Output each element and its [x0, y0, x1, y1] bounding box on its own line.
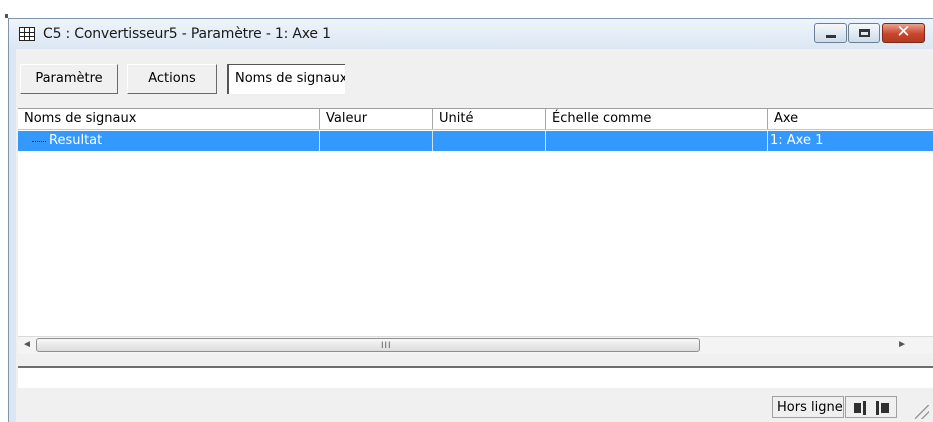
scroll-left-icon[interactable]: ◄: [22, 339, 32, 350]
connection-status: Hors ligne: [772, 396, 844, 418]
column-header-unite[interactable]: Unité: [433, 109, 546, 129]
column-header-valeur[interactable]: Valeur: [320, 109, 433, 129]
plug-icon: [845, 396, 897, 418]
scrollbar-thumb[interactable]: III: [36, 338, 700, 352]
frame-corner: [5, 14, 8, 18]
minimize-icon: [826, 35, 836, 38]
signal-name: Resultat: [49, 133, 103, 148]
maximize-icon: [859, 29, 870, 37]
tab-noms-de-signaux[interactable]: Noms de signaux: [227, 64, 345, 94]
close-icon: ✕: [896, 22, 911, 42]
cell-axe: 1: Axe 1: [770, 133, 824, 148]
cell-name: Resultat: [18, 131, 320, 151]
table-header: Noms de signaux Valeur Unité Échelle com…: [18, 109, 933, 130]
tab-actions[interactable]: Actions: [127, 64, 217, 94]
cell-echelle: [546, 131, 768, 151]
column-header-noms[interactable]: Noms de signaux: [18, 109, 320, 129]
title-bar[interactable]: C5 : Convertisseur5 - Paramètre - 1: Axe…: [9, 19, 933, 49]
column-header-echelle[interactable]: Échelle comme: [546, 109, 768, 129]
minimize-button[interactable]: [814, 23, 847, 43]
window-title: C5 : Convertisseur5 - Paramètre - 1: Axe…: [43, 26, 331, 42]
scrollbar-grip-icon: III: [381, 340, 392, 350]
table-row[interactable]: Resultat 1: Axe 1: [18, 131, 933, 151]
maximize-button[interactable]: [848, 23, 880, 43]
message-line: [18, 366, 933, 388]
close-button[interactable]: ✕: [882, 22, 925, 43]
resize-grip-icon[interactable]: [915, 405, 929, 419]
tree-connector: [32, 141, 46, 143]
horizontal-scrollbar[interactable]: ◄ III ►: [18, 336, 933, 354]
cell-valeur: [320, 131, 433, 151]
cell-unite: [433, 131, 546, 151]
signals-table: Noms de signaux Valeur Unité Échelle com…: [18, 108, 933, 337]
column-header-axe[interactable]: Axe: [768, 109, 933, 129]
app-icon: [19, 27, 35, 41]
tab-parametre[interactable]: Paramètre: [20, 64, 118, 94]
scroll-right-icon[interactable]: ►: [897, 339, 907, 350]
tab-bar: Paramètre Actions Noms de signaux: [16, 53, 933, 97]
